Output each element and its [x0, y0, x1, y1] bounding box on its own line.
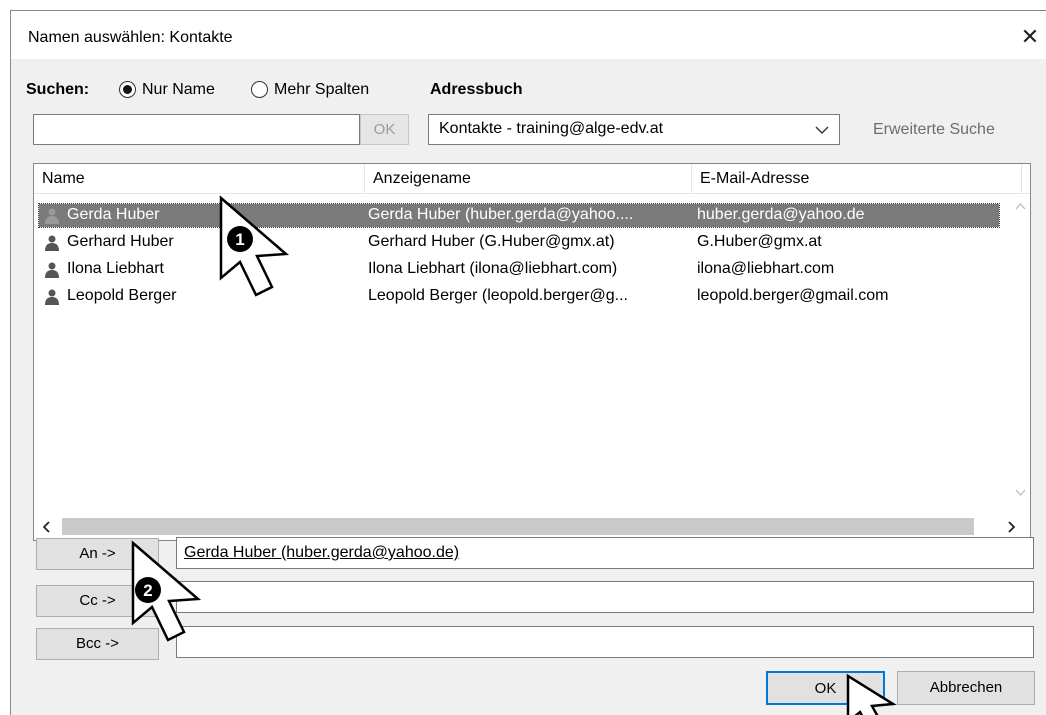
cc-field[interactable] — [176, 581, 1034, 613]
dialog-title: Namen auswählen: Kontakte — [28, 29, 233, 46]
step-2-cursor-icon: 2 — [131, 540, 202, 642]
row-email: ilona@liebhart.com — [697, 260, 835, 277]
column-header-display-name[interactable]: Anzeigename — [365, 164, 692, 193]
bcc-field[interactable] — [176, 626, 1034, 658]
table-row[interactable]: Gerhard Huber Gerhard Huber (G.Huber@gmx… — [39, 231, 999, 254]
contact-icon — [45, 235, 59, 251]
advanced-search-link[interactable]: Erweiterte Suche — [873, 121, 995, 139]
step-1-number: 1 — [235, 230, 244, 249]
vertical-scrollbar[interactable] — [1010, 193, 1030, 513]
contact-icon — [45, 289, 59, 305]
search-label: Suchen: — [26, 81, 90, 98]
radio-name-only[interactable] — [119, 81, 136, 98]
addressbook-select[interactable]: Kontakte - training@alge-edv.at — [428, 114, 840, 145]
addressbook-selected-value: Kontakte - training@alge-edv.at — [439, 120, 664, 137]
addressbook-label: Adressbuch — [430, 81, 523, 98]
table-row[interactable]: Leopold Berger Leopold Berger (leopold.b… — [39, 285, 999, 308]
chevron-down-icon — [815, 126, 829, 134]
step-2-number: 2 — [143, 581, 152, 600]
to-field[interactable]: Gerda Huber (huber.gerda@yahoo.de) — [176, 537, 1034, 569]
table-row[interactable]: Ilona Liebhart Ilona Liebhart (ilona@lie… — [39, 258, 999, 281]
scroll-left-icon[interactable] — [43, 521, 50, 533]
scroll-up-icon[interactable] — [1015, 203, 1026, 210]
search-ok-button[interactable]: OK — [360, 114, 409, 145]
row-email: G.Huber@gmx.at — [697, 233, 822, 250]
row-display-name: Leopold Berger (leopold.berger@g... — [368, 287, 628, 304]
search-input[interactable] — [33, 114, 360, 145]
radio-name-only-label: Nur Name — [142, 81, 215, 98]
row-display-name: Gerhard Huber (G.Huber@gmx.at) — [368, 233, 615, 250]
to-field-value: Gerda Huber (huber.gerda@yahoo.de) — [184, 544, 460, 561]
row-display-name: Gerda Huber (huber.gerda@yahoo.... — [368, 206, 634, 223]
title-bar: Namen auswählen: Kontakte ✕ — [11, 11, 1046, 59]
column-header-email[interactable]: E-Mail-Adresse — [692, 164, 1022, 193]
cancel-button[interactable]: Abbrechen — [897, 671, 1035, 705]
column-header-name[interactable]: Name — [34, 164, 365, 193]
horizontal-scroll-thumb[interactable] — [62, 518, 974, 535]
contact-icon — [45, 262, 59, 278]
radio-more-columns[interactable] — [251, 81, 268, 98]
scroll-down-icon[interactable] — [1015, 489, 1026, 496]
ok-cursor-icon — [846, 673, 897, 715]
row-email: leopold.berger@gmail.com — [697, 287, 889, 304]
radio-more-columns-label: Mehr Spalten — [274, 81, 370, 98]
scroll-right-icon[interactable] — [1008, 521, 1015, 533]
contact-list[interactable]: Name Anzeigename E-Mail-Adresse Gerda Hu… — [33, 163, 1031, 541]
row-display-name: Ilona Liebhart (ilona@liebhart.com) — [368, 260, 618, 277]
table-row[interactable]: Gerda Huber Gerda Huber (huber.gerda@yah… — [38, 203, 1000, 228]
close-icon[interactable]: ✕ — [1015, 24, 1045, 50]
contact-icon — [45, 208, 59, 224]
row-email: huber.gerda@yahoo.de — [697, 206, 865, 223]
step-1-cursor-icon: 1 — [219, 195, 290, 297]
